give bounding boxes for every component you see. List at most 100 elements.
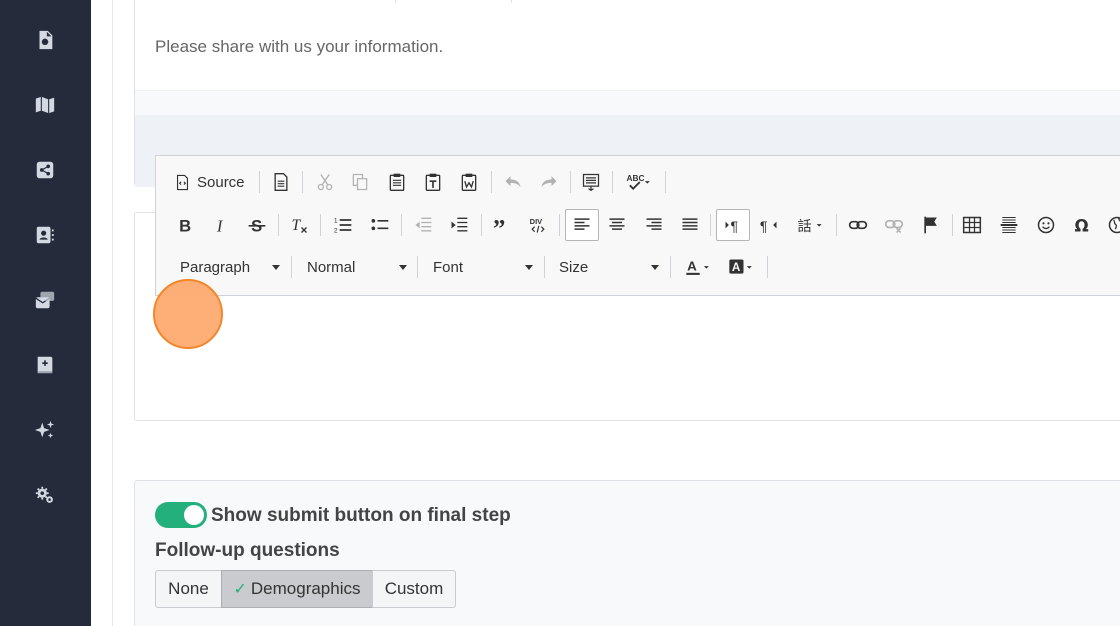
sidebar-item-inbox[interactable] bbox=[30, 285, 60, 315]
intro-text: Please share with us your information. bbox=[155, 37, 444, 56]
submit-button-toggle[interactable] bbox=[155, 502, 207, 528]
div-container-button[interactable]: DIV bbox=[525, 211, 551, 239]
svg-text:2: 2 bbox=[334, 228, 338, 235]
horizontal-line-button[interactable] bbox=[996, 211, 1022, 239]
toolbar-separator bbox=[670, 256, 671, 278]
svg-text:話: 話 bbox=[798, 218, 812, 235]
special-char-button[interactable]: Ω bbox=[1069, 211, 1095, 239]
mail-stack-icon bbox=[35, 291, 55, 309]
svg-text:Ω: Ω bbox=[1075, 217, 1089, 235]
svg-text:B: B bbox=[179, 217, 191, 235]
background-color-button[interactable]: A bbox=[724, 253, 758, 281]
horizontal-rule-icon bbox=[1000, 216, 1018, 234]
sidebar-item-library[interactable] bbox=[30, 350, 60, 380]
spellcheck-button[interactable]: ABC bbox=[622, 168, 656, 196]
followup-option-none[interactable]: None bbox=[155, 570, 222, 608]
toolbar-separator bbox=[320, 214, 321, 236]
followup-option-demographics[interactable]: ✓ Demographics bbox=[221, 570, 373, 608]
rich-text-editor-toolbar: Source ABC B I S T 1 2 ” DIV ¶ ¶ 話 Ω Par… bbox=[155, 155, 1120, 296]
contact-card-icon bbox=[36, 226, 54, 244]
toolbar-separator bbox=[767, 256, 768, 278]
align-left-button[interactable] bbox=[565, 209, 599, 241]
redo-button[interactable] bbox=[536, 168, 562, 196]
remove-format-button[interactable]: T bbox=[286, 211, 312, 239]
align-left-icon bbox=[574, 218, 590, 230]
smiley-icon bbox=[1037, 216, 1055, 234]
strikethrough-button[interactable]: S bbox=[244, 211, 270, 239]
remove-format-icon: T bbox=[292, 217, 307, 234]
bold-button[interactable]: B bbox=[172, 211, 198, 239]
blockquote-button[interactable]: ” bbox=[489, 211, 515, 239]
indent-icon bbox=[451, 217, 468, 232]
size-select-value: Size bbox=[559, 258, 589, 276]
align-right-button[interactable] bbox=[641, 211, 667, 239]
bulleted-list-button[interactable] bbox=[367, 211, 393, 239]
intro-text-block: Please share with us your information. bbox=[135, 0, 1120, 91]
sidebar-item-ai[interactable] bbox=[30, 415, 60, 445]
format-select[interactable]: Paragraph bbox=[180, 253, 280, 281]
undo-icon bbox=[505, 176, 521, 187]
paste-word-button[interactable] bbox=[456, 168, 482, 196]
style-select[interactable]: Normal bbox=[307, 253, 407, 281]
toolbar-separator bbox=[278, 214, 279, 236]
sidebar-item-contacts[interactable] bbox=[30, 220, 60, 250]
svg-text:T: T bbox=[292, 217, 302, 234]
templates-button[interactable] bbox=[578, 168, 604, 196]
text-direction-ltr-button[interactable]: ¶ bbox=[716, 209, 750, 241]
templates-icon bbox=[582, 173, 600, 192]
text-direction-rtl-button[interactable]: ¶ bbox=[756, 211, 782, 239]
sidebar-item-settings[interactable] bbox=[30, 480, 60, 510]
toolbar-separator bbox=[259, 171, 260, 193]
undo-button[interactable] bbox=[500, 168, 526, 196]
unlink-button[interactable] bbox=[881, 211, 907, 239]
new-page-button[interactable] bbox=[268, 168, 294, 196]
numbered-list-button[interactable]: 12 bbox=[330, 211, 356, 239]
increase-indent-button[interactable] bbox=[446, 211, 472, 239]
paste-button[interactable] bbox=[384, 168, 410, 196]
language-button[interactable]: 話 bbox=[792, 211, 828, 239]
align-center-button[interactable] bbox=[604, 211, 630, 239]
text-color-button[interactable]: A bbox=[681, 253, 715, 281]
copy-icon bbox=[352, 173, 368, 191]
numbered-list-icon: 12 bbox=[334, 218, 352, 235]
svg-text:ABC: ABC bbox=[627, 173, 645, 183]
link-icon bbox=[848, 220, 868, 230]
checkmark-icon: ✓ bbox=[233, 581, 247, 598]
smiley-button[interactable] bbox=[1033, 211, 1059, 239]
clipboard-icon bbox=[389, 173, 405, 191]
decrease-indent-button[interactable] bbox=[410, 211, 436, 239]
sparkles-icon bbox=[34, 420, 55, 439]
paste-word-icon bbox=[461, 173, 477, 191]
cut-button[interactable] bbox=[312, 168, 338, 196]
map-icon bbox=[35, 96, 55, 114]
svg-text:¶: ¶ bbox=[731, 219, 739, 235]
link-button[interactable] bbox=[845, 211, 871, 239]
sidebar-item-map[interactable] bbox=[30, 90, 60, 120]
option-label: None bbox=[168, 579, 209, 598]
size-select[interactable]: Size bbox=[559, 253, 659, 281]
format-select-value: Paragraph bbox=[180, 258, 251, 276]
sidebar-item-share[interactable] bbox=[30, 155, 60, 185]
ltr-icon: ¶ bbox=[725, 219, 739, 235]
strikethrough-icon: S bbox=[248, 217, 266, 235]
sidebar-item-reports[interactable] bbox=[30, 25, 60, 55]
anchor-button[interactable] bbox=[918, 211, 944, 239]
toolbar-separator bbox=[570, 171, 571, 193]
rtl-icon: ¶ bbox=[760, 219, 777, 235]
scissors-icon bbox=[317, 174, 333, 191]
sidebar bbox=[0, 0, 91, 626]
text-color-icon: A bbox=[686, 258, 709, 275]
chevron-down-icon bbox=[272, 265, 280, 270]
source-button[interactable]: Source bbox=[174, 168, 250, 196]
italic-button[interactable]: I bbox=[208, 211, 234, 239]
new-page-icon bbox=[274, 173, 288, 191]
table-button[interactable] bbox=[959, 211, 985, 239]
toolbar-separator bbox=[417, 256, 418, 278]
paste-text-button[interactable] bbox=[420, 168, 446, 196]
copy-button[interactable] bbox=[347, 168, 373, 196]
followup-option-custom[interactable]: Custom bbox=[372, 570, 456, 608]
flag-icon bbox=[924, 216, 937, 234]
iframe-button[interactable] bbox=[1104, 211, 1120, 239]
justify-button[interactable] bbox=[677, 211, 703, 239]
font-select[interactable]: Font bbox=[433, 253, 533, 281]
